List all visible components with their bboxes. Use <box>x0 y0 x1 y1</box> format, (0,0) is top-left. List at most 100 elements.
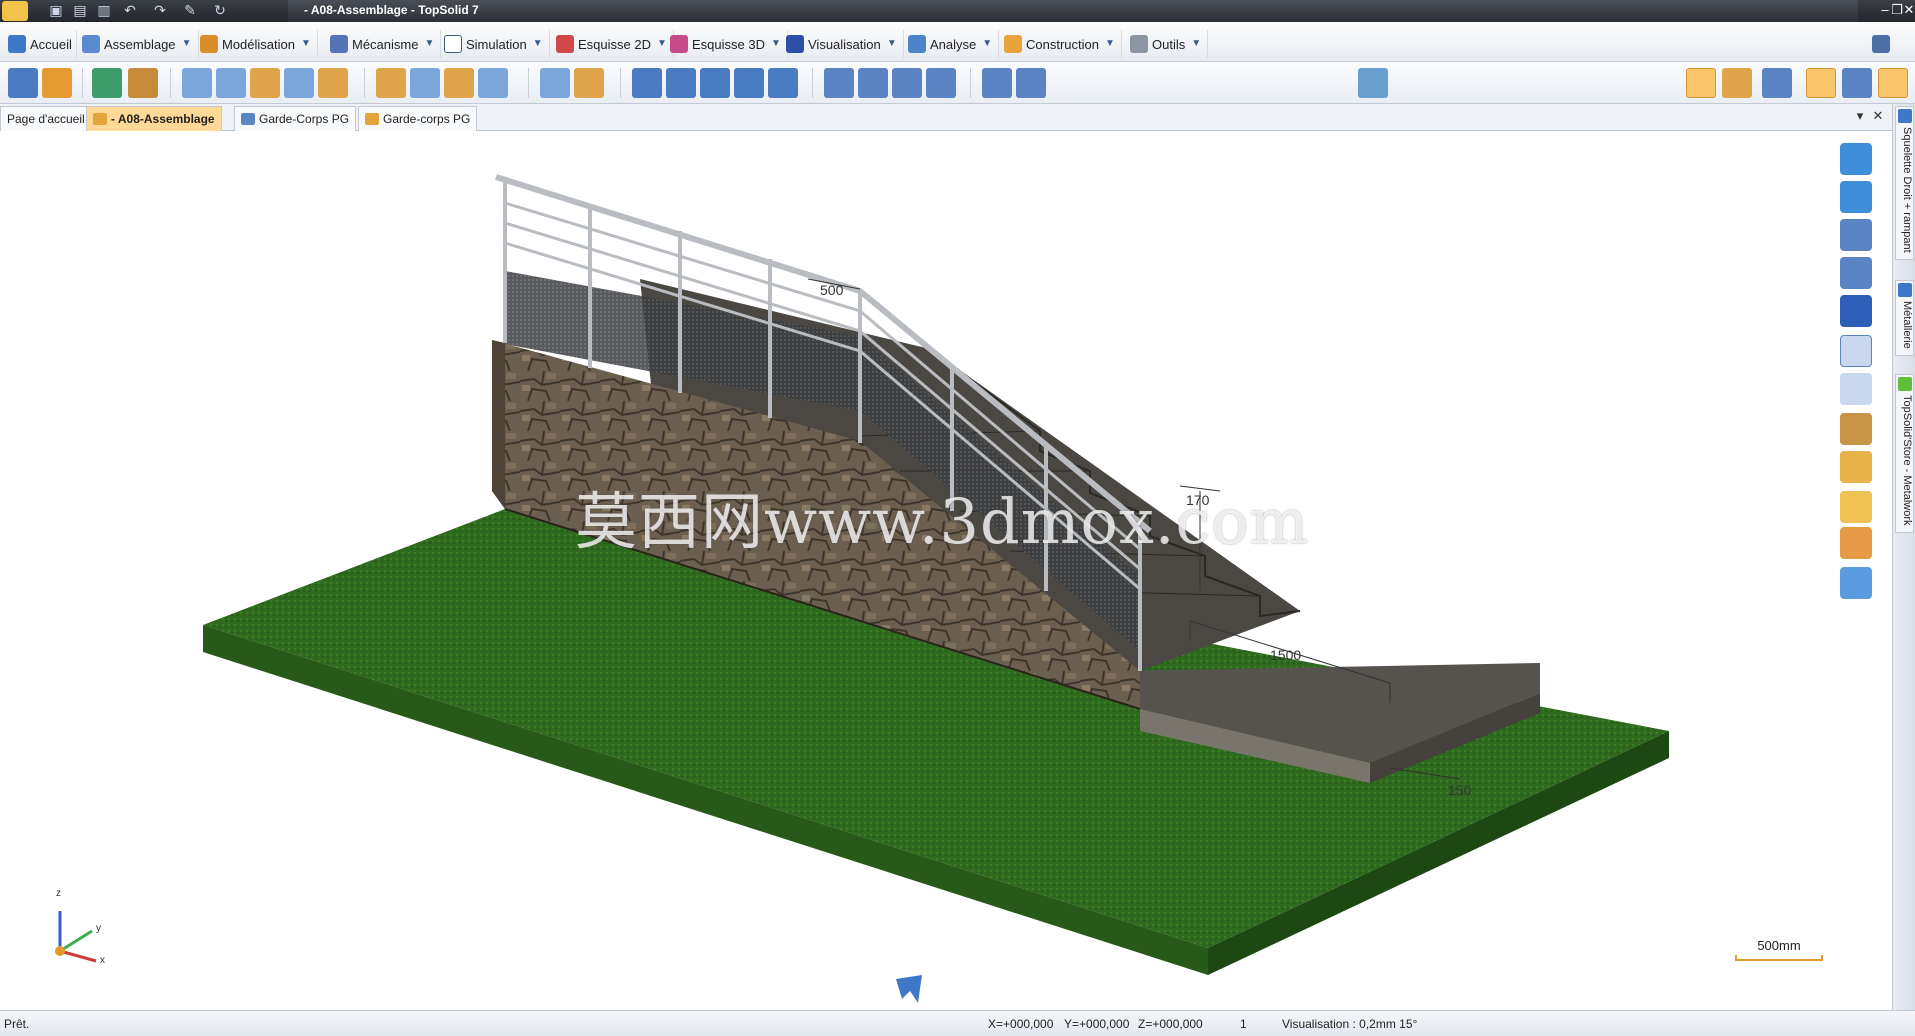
store-icon <box>1898 377 1912 391</box>
bend-icon[interactable] <box>666 68 696 98</box>
chevron-down-icon[interactable]: ▼ <box>422 37 436 51</box>
chevron-down-icon[interactable]: ▼ <box>180 37 194 51</box>
application-menu-button[interactable] <box>2 1 28 21</box>
chevron-down-icon[interactable]: ▼ <box>531 37 545 51</box>
tag-icon[interactable] <box>1722 68 1752 98</box>
tab-assemblage[interactable]: Assemblage ▼ <box>78 30 199 58</box>
tab-visualisation[interactable]: Visualisation ▼ <box>782 30 904 58</box>
command-toolbar <box>0 62 1915 104</box>
hole-icon[interactable] <box>376 68 406 98</box>
sheet-icon[interactable] <box>632 68 662 98</box>
tab-modelisation[interactable]: Modélisation ▼ <box>196 30 318 58</box>
camera-icon[interactable] <box>1840 219 1872 251</box>
layers-icon[interactable] <box>1806 68 1836 98</box>
tab-label: Page d'accueil <box>7 111 85 126</box>
profile-icon[interactable] <box>858 68 888 98</box>
grid-icon[interactable] <box>1878 68 1908 98</box>
pencil-icon[interactable]: ✎ <box>180 2 200 20</box>
beam-icon[interactable] <box>892 68 922 98</box>
zoom-icon[interactable] <box>1840 373 1872 405</box>
tab-garde-corps-pg[interactable]: Garde-Corps PG <box>234 106 357 131</box>
tab-garde-corps-pg-2[interactable]: Garde-corps PG <box>358 106 478 131</box>
stair-icon[interactable] <box>926 68 956 98</box>
hierarchy-icon[interactable] <box>1840 567 1872 599</box>
flange-icon[interactable] <box>734 68 764 98</box>
tab-accueil[interactable]: Accueil <box>4 30 77 58</box>
3d-viewport[interactable]: 500 170 1500 150 z y x 莫西网www.3dmox.com … <box>0 131 1892 1010</box>
filter-icon[interactable] <box>1358 68 1388 98</box>
layers-question-icon[interactable] <box>1840 491 1872 523</box>
undo-icon[interactable]: ↶ <box>120 2 140 20</box>
unfold-icon[interactable] <box>700 68 730 98</box>
cut-icon[interactable] <box>410 68 440 98</box>
rotate-icon[interactable] <box>216 68 246 98</box>
tree-icon[interactable] <box>1762 68 1792 98</box>
side-tab-squelette[interactable]: Squelette Droit + rampant <box>1895 106 1914 260</box>
fillet-icon[interactable] <box>478 68 508 98</box>
chevron-down-icon[interactable]: ▼ <box>885 37 899 51</box>
target-icon[interactable] <box>1840 527 1872 559</box>
frame-icon[interactable] <box>824 68 854 98</box>
ribbon-tabs: Accueil Assemblage ▼ Modélisation ▼ Méca… <box>0 22 1915 62</box>
color-palette-icon[interactable] <box>1840 451 1872 483</box>
side-tab-metallerie[interactable]: Métallerie <box>1895 280 1914 356</box>
selection-count: 1 <box>1240 1017 1247 1031</box>
orbit-icon[interactable] <box>1840 181 1872 213</box>
chevron-down-icon[interactable]: ▼ <box>299 37 313 51</box>
tab-simulation[interactable]: Simulation ▼ <box>440 30 550 58</box>
tab-label: Outils <box>1152 36 1186 52</box>
tab-esquisse-3d[interactable]: Esquisse 3D ▼ <box>666 30 788 58</box>
save-icon[interactable]: ▣ <box>46 2 66 20</box>
chevron-down-icon[interactable]: ▼ <box>1189 37 1203 51</box>
chevron-down-icon[interactable]: ▼ <box>1103 37 1117 51</box>
render-mode-icon[interactable] <box>1840 413 1872 445</box>
simulation-icon <box>444 35 462 53</box>
align-icon[interactable] <box>1842 68 1872 98</box>
insert-part-icon[interactable] <box>42 68 72 98</box>
tab-construction[interactable]: Construction ▼ <box>1000 30 1122 58</box>
navigation-cursor-icon[interactable] <box>896 975 922 1003</box>
tab-outils[interactable]: Outils ▼ <box>1126 30 1209 58</box>
constraint-icon[interactable] <box>8 68 38 98</box>
pan-icon[interactable] <box>1840 143 1872 175</box>
railing-icon[interactable] <box>982 68 1012 98</box>
include-icon[interactable] <box>92 68 122 98</box>
select-icon[interactable] <box>1686 68 1716 98</box>
repeat-icon[interactable] <box>318 68 348 98</box>
coord-x: X=+000,000 <box>988 1017 1054 1031</box>
dimension-500: 500 <box>820 282 844 298</box>
redo-icon[interactable]: ↷ <box>150 2 170 20</box>
chevron-down-icon[interactable]: ▼ <box>769 37 783 51</box>
replace-icon[interactable] <box>128 68 158 98</box>
side-tab-topsolid-store[interactable]: TopSolid'Store - Metalwork <box>1895 374 1914 533</box>
view-direction-icon[interactable] <box>1840 257 1872 289</box>
section-icon[interactable] <box>574 68 604 98</box>
close-icon[interactable]: ✕ <box>1900 0 1915 20</box>
boolean-icon[interactable] <box>444 68 474 98</box>
tab-label: Analyse <box>930 36 977 52</box>
chevron-down-icon[interactable]: ▼ <box>980 37 994 51</box>
tab-a08-assemblage[interactable]: - A08-Assemblage <box>86 106 222 131</box>
mirror-icon[interactable] <box>284 68 314 98</box>
tab-page-accueil[interactable]: Page d'accueil <box>0 106 92 131</box>
print-icon[interactable]: ▥ <box>94 2 114 20</box>
analysis-icon <box>908 35 926 53</box>
tab-analyse[interactable]: Analyse ▼ <box>904 30 1000 58</box>
multi-view-icon[interactable] <box>1840 295 1872 327</box>
zoom-box-icon[interactable] <box>1840 335 1872 367</box>
move-icon[interactable] <box>182 68 212 98</box>
options-button[interactable] <box>1868 30 1894 58</box>
stamp-icon[interactable] <box>768 68 798 98</box>
explode-icon[interactable] <box>540 68 570 98</box>
close-document-icon[interactable]: ✕ <box>1870 108 1886 126</box>
tab-list-icon[interactable]: ▾ <box>1852 108 1868 126</box>
guard-icon[interactable] <box>1016 68 1046 98</box>
tab-mecanisme[interactable]: Mécanisme ▼ <box>326 30 442 58</box>
save-all-icon[interactable]: ▤ <box>70 2 90 20</box>
home-icon <box>8 35 26 53</box>
scale-bar: 500mm <box>1735 938 1823 961</box>
tab-esquisse-2d[interactable]: Esquisse 2D ▼ <box>552 30 674 58</box>
pattern-icon[interactable] <box>250 68 280 98</box>
refresh-icon[interactable]: ↻ <box>210 2 230 20</box>
tools-icon <box>1130 35 1148 53</box>
